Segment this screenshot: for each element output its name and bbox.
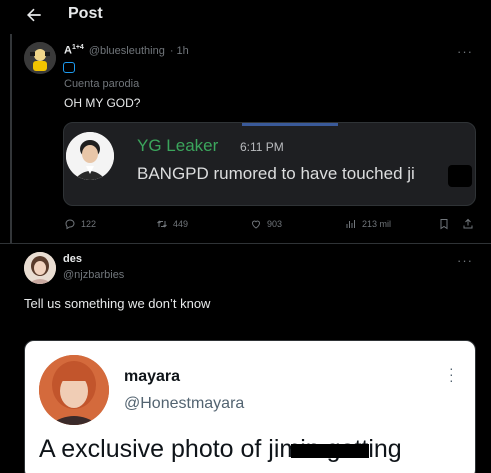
like-button[interactable]: 903 — [250, 218, 282, 230]
reply-text: Tell us something we don’t know — [24, 296, 211, 311]
arrow-left-icon[interactable] — [24, 5, 44, 25]
redaction-mark — [291, 444, 369, 458]
leaker-avatar — [66, 132, 114, 180]
more-options-icon[interactable]: ··· — [457, 44, 473, 59]
reply-author-name[interactable]: des — [63, 253, 82, 265]
page-title: Post — [68, 5, 103, 22]
author-name[interactable]: A1+4 — [64, 44, 84, 57]
retweet-count: 449 — [173, 219, 189, 229]
divider — [0, 243, 491, 244]
main-tweet[interactable]: A1+4 @bluesleuthing · 1h ··· Cuenta paro… — [0, 34, 491, 244]
parody-mask-icon — [63, 62, 75, 73]
author-handle[interactable]: @bluesleuthing — [89, 45, 165, 57]
tweet-author-row: A1+4 @bluesleuthing · 1h — [64, 44, 189, 57]
heart-icon — [251, 220, 261, 229]
leaker-name: YG Leaker — [137, 136, 219, 155]
tweet-text: OH MY GOD? — [64, 96, 141, 110]
tweet-time[interactable]: · 1h — [170, 45, 189, 57]
reply-count: 122 — [81, 219, 97, 229]
reply-avatar[interactable] — [24, 252, 56, 284]
redaction-mark — [448, 165, 472, 187]
post-header: Post — [0, 0, 491, 30]
avatar[interactable] — [24, 42, 56, 74]
media-highlight-bar — [242, 123, 338, 126]
more-vertical-icon: · · · — [449, 360, 454, 388]
leaker-message: BANGPD rumored to have touched ji — [137, 164, 415, 183]
share-icon[interactable] — [462, 218, 474, 230]
parody-label: Cuenta parodia — [64, 78, 140, 90]
tweet-actions: 122 449 903 213 mil — [64, 218, 476, 236]
views-count: 213 mil — [362, 219, 392, 229]
like-count: 903 — [267, 219, 283, 229]
thread-line — [10, 34, 12, 244]
mayara-name: mayara — [124, 368, 181, 385]
retweet-icon — [157, 220, 167, 228]
retweet-button[interactable]: 449 — [156, 218, 188, 230]
tweet-media[interactable]: YG Leaker 6:11 PM BANGPD rumored to have… — [63, 122, 476, 206]
leaker-time: 6:11 PM — [240, 140, 284, 154]
reply-button[interactable]: 122 — [64, 218, 96, 230]
mayara-handle: @Honestmayara — [124, 395, 245, 412]
reply-icon — [65, 219, 75, 230]
bookmark-icon[interactable] — [438, 218, 450, 230]
views-icon — [346, 220, 355, 228]
views-button[interactable]: 213 mil — [345, 218, 391, 230]
reply-media[interactable]: mayara @Honestmayara · · · A exclusive pho… — [24, 340, 476, 473]
mayara-avatar — [39, 355, 109, 425]
reply-more-options-icon[interactable]: ··· — [457, 253, 473, 268]
reply-author-handle[interactable]: @njzbarbies — [63, 269, 124, 281]
